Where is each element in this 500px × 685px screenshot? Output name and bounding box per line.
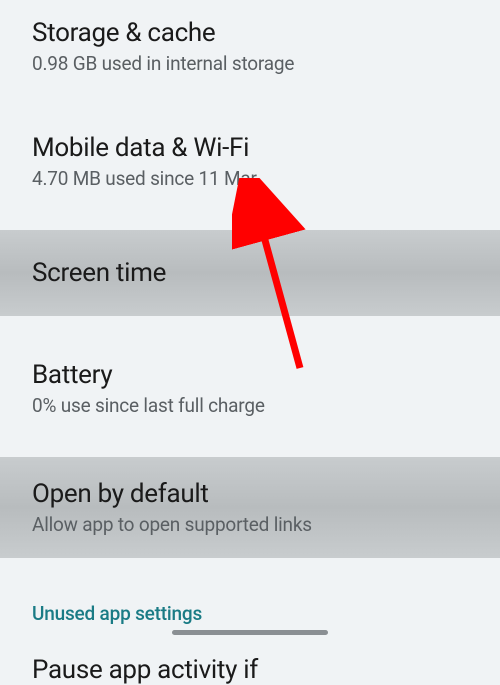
storage-title: Storage & cache [32, 18, 468, 48]
settings-item-storage[interactable]: Storage & cache 0.98 GB used in internal… [0, 0, 500, 93]
pause-activity-title: Pause app activity if [32, 655, 468, 685]
open-default-subtitle: Allow app to open supported links [32, 513, 468, 536]
spacer [0, 435, 500, 457]
unused-apps-text: Unused app settings [32, 602, 468, 625]
settings-item-pause-activity[interactable]: Pause app activity if [0, 647, 500, 685]
screen-time-title: Screen time [32, 258, 468, 288]
settings-item-screen-time[interactable]: Screen time [0, 230, 500, 316]
spacer [0, 93, 500, 115]
home-indicator[interactable] [172, 630, 328, 635]
mobile-data-subtitle: 4.70 MB used since 11 Mar [32, 167, 468, 190]
settings-item-mobile-data[interactable]: Mobile data & Wi-Fi 4.70 MB used since 1… [0, 115, 500, 208]
settings-item-open-default[interactable]: Open by default Allow app to open suppor… [0, 457, 500, 558]
storage-subtitle: 0.98 GB used in internal storage [32, 52, 468, 75]
spacer [0, 558, 500, 580]
spacer [0, 208, 500, 230]
battery-title: Battery [32, 360, 468, 390]
battery-subtitle: 0% use since last full charge [32, 394, 468, 417]
spacer [0, 316, 500, 342]
unused-apps-link[interactable]: Unused app settings [0, 580, 500, 647]
mobile-data-title: Mobile data & Wi-Fi [32, 133, 468, 163]
open-default-title: Open by default [32, 479, 468, 509]
settings-item-battery[interactable]: Battery 0% use since last full charge [0, 342, 500, 435]
